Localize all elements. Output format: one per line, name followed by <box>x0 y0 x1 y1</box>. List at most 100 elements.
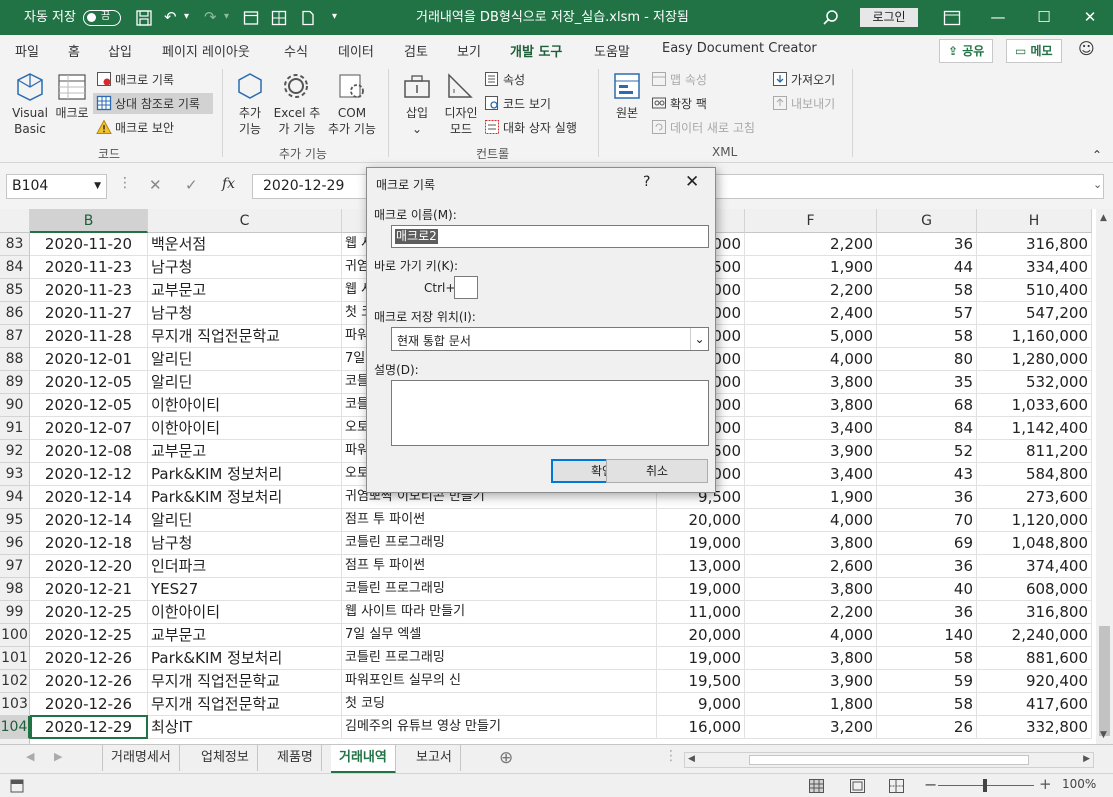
cell-b[interactable]: 2020-11-20 <box>30 233 148 256</box>
cell-g[interactable]: 52 <box>877 440 977 463</box>
scroll-left-icon[interactable]: ◀ <box>688 754 695 764</box>
row-header[interactable]: 102 <box>0 670 30 693</box>
cell-b[interactable]: 2020-12-25 <box>30 601 148 624</box>
comments-button[interactable]: ▭ 메모 <box>1006 39 1062 63</box>
ribbon-display-icon[interactable] <box>943 10 961 26</box>
cell-g[interactable]: 43 <box>877 463 977 486</box>
zoom-in-button[interactable]: + <box>1039 775 1052 793</box>
visual-basic-button[interactable]: Visual Basic <box>8 105 52 137</box>
cancel-icon[interactable]: ✕ <box>149 176 162 194</box>
name-box[interactable]: B104 ▼ <box>6 174 107 199</box>
cell-c[interactable]: 남구청 <box>148 302 342 325</box>
cell-f[interactable]: 4,000 <box>745 624 877 647</box>
row-header[interactable]: 88 <box>0 348 30 371</box>
relative-reference-button[interactable]: 상대 참조로 기록 <box>115 96 200 112</box>
tab-developer[interactable]: 개발 도구 <box>510 41 562 60</box>
next-sheet-icon[interactable]: ▶ <box>54 750 62 763</box>
column-header[interactable]: B <box>30 209 148 233</box>
cell-f[interactable]: 3,900 <box>745 670 877 693</box>
sheet-tab[interactable]: 업체정보 <box>193 745 258 771</box>
macro-record-status-icon[interactable] <box>10 779 24 793</box>
row-header[interactable]: 97 <box>0 555 30 578</box>
cell-g[interactable]: 57 <box>877 302 977 325</box>
dialog-close-button[interactable]: ✕ <box>685 172 699 192</box>
cell-g[interactable]: 58 <box>877 325 977 348</box>
sheet-tab-active[interactable]: 거래내역 <box>331 745 396 774</box>
cell-g[interactable]: 59 <box>877 670 977 693</box>
tab-formulas[interactable]: 수식 <box>284 41 308 60</box>
cell-d[interactable]: 코틀린 프로그래밍 <box>342 578 657 601</box>
cell-b[interactable]: 2020-12-25 <box>30 624 148 647</box>
cell-d[interactable]: 점프 투 파이썬 <box>342 509 657 532</box>
expansion-pack-button[interactable]: 확장 팩 <box>670 96 707 112</box>
com-add-ins-button[interactable]: COM 추가 기능 <box>324 105 380 137</box>
maximize-button[interactable]: ☐ <box>1021 0 1067 35</box>
vertical-scrollbar[interactable]: ▲ ▼ <box>1096 209 1113 744</box>
cell-g[interactable]: 140 <box>877 624 977 647</box>
tab-view[interactable]: 보기 <box>457 41 481 60</box>
chevron-down-icon[interactable]: ⌄ <box>690 328 708 350</box>
row-header[interactable]: 100 <box>0 624 30 647</box>
autosave-toggle[interactable]: 끔 <box>83 10 121 26</box>
view-code-button[interactable]: 코드 보기 <box>503 96 551 112</box>
vertical-scroll-thumb[interactable] <box>1099 626 1110 736</box>
store-location-select[interactable]: 현재 통합 문서 ⌄ <box>391 327 709 351</box>
row-header[interactable]: 92 <box>0 440 30 463</box>
cell-c[interactable]: YES27 <box>148 578 342 601</box>
minimize-button[interactable]: — <box>975 0 1021 35</box>
cell-b[interactable]: 2020-12-20 <box>30 555 148 578</box>
cell-f[interactable]: 3,400 <box>745 463 877 486</box>
add-sheet-icon[interactable]: ⊕ <box>499 748 513 768</box>
cell-b[interactable]: 2020-12-18 <box>30 532 148 555</box>
cell-g[interactable]: 40 <box>877 578 977 601</box>
cell-c[interactable]: 알리딘 <box>148 348 342 371</box>
cell-b[interactable]: 2020-12-21 <box>30 578 148 601</box>
row-header[interactable]: 101 <box>0 647 30 670</box>
cell-e[interactable]: 13,000 <box>657 555 745 578</box>
cell-c[interactable]: 알리딘 <box>148 509 342 532</box>
cell-g[interactable]: 36 <box>877 486 977 509</box>
row-header[interactable]: 84 <box>0 256 30 279</box>
sheet-tab[interactable]: 거래명세서 <box>102 745 180 771</box>
cell-h[interactable]: 1,280,000 <box>977 348 1092 371</box>
cell-c[interactable]: 알리딘 <box>148 371 342 394</box>
row-header[interactable]: 89 <box>0 371 30 394</box>
cell-f[interactable]: 3,800 <box>745 371 877 394</box>
cell-e[interactable]: 20,000 <box>657 624 745 647</box>
cell-h[interactable]: 547,200 <box>977 302 1092 325</box>
cell-g[interactable]: 44 <box>877 256 977 279</box>
page-break-view-icon[interactable] <box>889 779 904 793</box>
cell-f[interactable]: 4,000 <box>745 348 877 371</box>
xml-source-button[interactable]: 원본 <box>607 105 647 121</box>
column-header[interactable]: C <box>148 209 342 233</box>
tab-review[interactable]: 검토 <box>404 41 428 60</box>
cell-g[interactable]: 35 <box>877 371 977 394</box>
cell-b[interactable]: 2020-12-26 <box>30 670 148 693</box>
row-header[interactable]: 94 <box>0 486 30 509</box>
cell-c[interactable]: 백운서점 <box>148 233 342 256</box>
cell-e[interactable]: 9,000 <box>657 693 745 716</box>
sheet-tab[interactable]: 제품명 <box>269 745 322 771</box>
signin-button[interactable]: 로그인 <box>860 8 918 27</box>
cell-c[interactable]: 교부문고 <box>148 624 342 647</box>
row-header[interactable]: 99 <box>0 601 30 624</box>
enter-icon[interactable]: ✓ <box>185 176 198 194</box>
previous-sheet-icon[interactable]: ◀ <box>26 750 34 763</box>
cell-g[interactable]: 68 <box>877 394 977 417</box>
cell-d[interactable]: 김메주의 유튜브 영상 만들기 <box>342 716 657 739</box>
cell-b[interactable]: 2020-12-05 <box>30 371 148 394</box>
row-header[interactable]: 104 <box>0 716 30 739</box>
cell-e[interactable]: 19,000 <box>657 647 745 670</box>
row-header[interactable]: 93 <box>0 463 30 486</box>
cell-c[interactable]: 이한아이티 <box>148 394 342 417</box>
scroll-right-icon[interactable]: ▶ <box>1083 754 1090 764</box>
row-header[interactable]: 103 <box>0 693 30 716</box>
cell-b[interactable]: 2020-12-26 <box>30 693 148 716</box>
new-file-icon[interactable] <box>300 10 316 26</box>
cell-c[interactable]: Park&KIM 정보처리 <box>148 647 342 670</box>
row-header[interactable]: 98 <box>0 578 30 601</box>
cell-h[interactable]: 1,160,000 <box>977 325 1092 348</box>
row-header[interactable]: 83 <box>0 233 30 256</box>
cell-c[interactable]: 남구청 <box>148 256 342 279</box>
scroll-up-icon[interactable]: ▲ <box>1100 213 1107 223</box>
